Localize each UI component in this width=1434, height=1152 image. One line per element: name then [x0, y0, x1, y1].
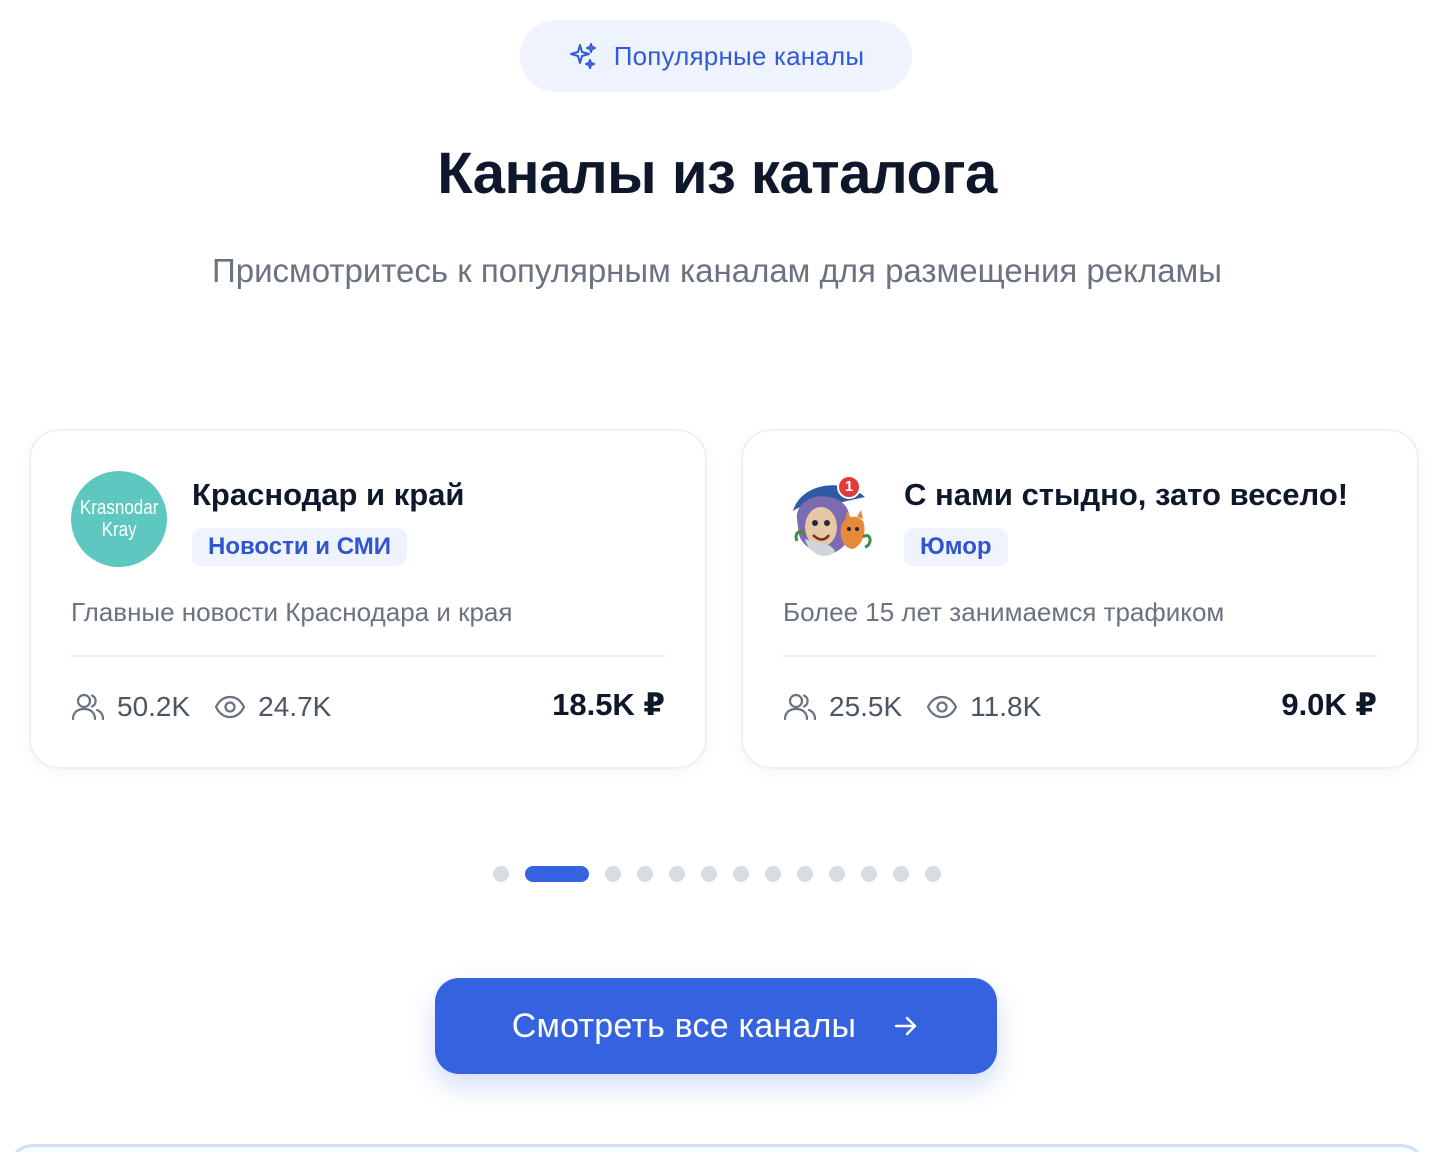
subscribers-stat: 50.2K: [71, 691, 190, 723]
views-count: 11.8K: [970, 691, 1042, 722]
carousel-dot[interactable]: [925, 866, 941, 882]
views-stat: 24.7K: [214, 691, 331, 723]
carousel-dot[interactable]: [669, 866, 685, 882]
next-section-panel: [6, 1144, 1428, 1152]
carousel-dot[interactable]: [829, 866, 845, 882]
subscribers-stat: 25.5K: [783, 691, 902, 723]
channel-description: Главные новости Краснодара и края: [71, 597, 513, 627]
channel-stats: 25.5K 11.8K: [783, 685, 1065, 729]
card-divider: [783, 655, 1377, 657]
cartoon-avatar-icon: [785, 473, 877, 565]
carousel-dot[interactable]: [605, 866, 621, 882]
carousel-dot[interactable]: [765, 866, 781, 882]
channel-description: Более 15 лет занимаемся трафиком: [783, 597, 1225, 627]
carousel-pagination: [0, 866, 1434, 882]
channel-card[interactable]: 1 С нами стыдно, зато весело! Юмор Более…: [741, 429, 1419, 769]
popular-channels-badge: Популярные каналы: [520, 20, 912, 92]
carousel-dot[interactable]: [797, 866, 813, 882]
badge-label: Популярные каналы: [613, 40, 865, 71]
channel-stats: 50.2K 24.7K: [71, 685, 355, 729]
carousel-dot[interactable]: [701, 866, 717, 882]
card-divider: [71, 655, 665, 657]
carousel-dot[interactable]: [861, 866, 877, 882]
channel-card[interactable]: Krasnodar Kray Краснодар и край Новости …: [29, 429, 707, 769]
arrow-right-icon: [892, 1012, 920, 1040]
section-title: Каналы из каталога: [437, 141, 997, 206]
channel-name[interactable]: Краснодар и край: [192, 477, 464, 513]
section-subtitle: Присмотритесь к популярным каналам для р…: [212, 252, 1222, 289]
users-icon: [783, 692, 817, 722]
carousel-dot-active[interactable]: [525, 866, 589, 882]
eye-icon: [214, 695, 246, 719]
views-count: 24.7K: [258, 691, 332, 722]
notification-badge-count: 1: [844, 478, 854, 495]
carousel-dot[interactable]: [637, 866, 653, 882]
channel-avatar: 1: [783, 471, 879, 567]
channel-avatar: Krasnodar Kray: [71, 471, 167, 567]
subscribers-count: 25.5K: [829, 691, 903, 722]
views-stat: 11.8K: [926, 691, 1041, 723]
view-all-channels-label: Смотреть все каналы: [511, 1006, 857, 1045]
eye-icon: [926, 695, 958, 719]
catalog-section: Популярные каналы Каналы из каталога При…: [0, 0, 1434, 1152]
category-tag: Юмор: [904, 528, 1008, 566]
sparkles-icon: [568, 41, 598, 71]
carousel-dot[interactable]: [493, 866, 509, 882]
category-tag: Новости и СМИ: [192, 528, 407, 566]
carousel-dot[interactable]: [893, 866, 909, 882]
carousel-dot[interactable]: [733, 866, 749, 882]
channel-name[interactable]: С нами стыдно, зато весело!: [904, 477, 1348, 513]
channel-price: 18.5K ₽: [552, 687, 665, 722]
view-all-channels-button[interactable]: Смотреть все каналы: [435, 978, 997, 1074]
channel-price: 9.0K ₽: [1281, 687, 1377, 722]
avatar-logo-text: Krasnodar Kray: [79, 497, 159, 541]
subscribers-count: 50.2K: [117, 691, 191, 722]
users-icon: [71, 692, 105, 722]
